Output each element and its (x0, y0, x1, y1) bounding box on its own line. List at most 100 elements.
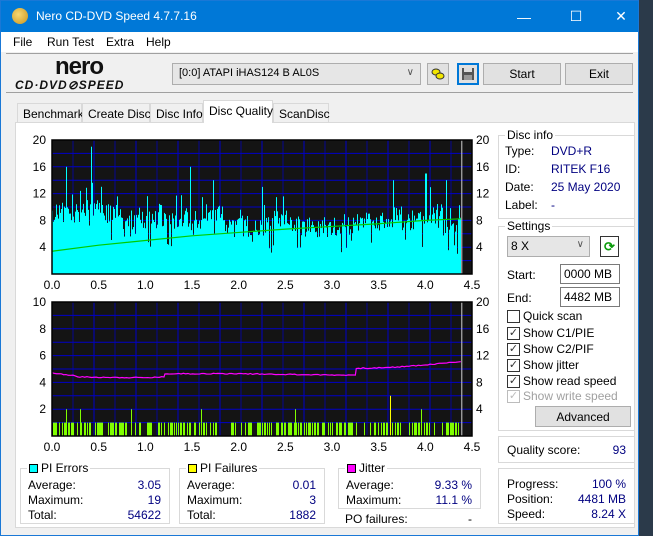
tab-disc-quality[interactable]: Disc Quality (203, 100, 273, 123)
pi-error-bar (170, 224, 171, 274)
menu-help[interactable]: Help (146, 35, 171, 49)
pi-failure-bar (450, 422, 451, 436)
pi-failure-bar (323, 422, 324, 436)
start-button[interactable]: Start (483, 63, 561, 85)
pi-error-bar (239, 218, 240, 274)
pi-error-bar (394, 207, 395, 274)
x-tick-label: 1.0 (137, 440, 154, 454)
pi-failure-bar (390, 395, 391, 436)
pi-error-bar (374, 225, 375, 274)
pi-failure-bar (332, 422, 333, 436)
pi-error-bar (194, 220, 195, 274)
tab-benchmark[interactable]: Benchmark (17, 103, 84, 123)
pi-error-bar (252, 241, 253, 274)
quality-score-label: Quality score: (507, 443, 581, 457)
pi-failure-bar (284, 422, 285, 436)
pi-error-bar (191, 230, 192, 274)
pi-failure-bar (257, 422, 258, 436)
pi-error-bar (412, 210, 413, 274)
pi-failure-bar (448, 422, 449, 436)
start-field[interactable]: 0000 MB (560, 264, 620, 284)
pi-error-bar (188, 226, 189, 274)
drive-info-button[interactable] (427, 63, 449, 85)
pi-error-bar (256, 229, 257, 274)
pi-error-bar (206, 204, 207, 274)
pi-failure-bar (258, 422, 259, 436)
pi-failure-bar (73, 422, 74, 436)
quality-score-value: 93 (612, 443, 626, 457)
pi-failure-bar (249, 422, 250, 436)
pi-failure-bar (310, 422, 311, 436)
pi-error-bar (223, 220, 224, 274)
pi-failure-bar (456, 422, 457, 436)
pi-error-bar (310, 231, 311, 274)
pi-error-bar (402, 230, 403, 274)
y-left-tick-label: 4 (39, 240, 46, 254)
pi-failure-bar (301, 422, 302, 436)
menu-extra[interactable]: Extra (106, 35, 134, 49)
pi-error-bar (399, 209, 400, 274)
pi-error-bar (220, 217, 221, 274)
pi-error-bar (362, 217, 363, 274)
pi-error-bar (404, 220, 405, 274)
pi-failure-bar (235, 422, 236, 436)
pi-error-bar (421, 219, 422, 274)
pi-error-bar (61, 208, 62, 274)
save-button[interactable] (457, 63, 479, 85)
pi-error-bar (293, 228, 294, 274)
pi-error-bar (437, 204, 438, 274)
pi-failure-bar (181, 422, 182, 436)
pi-failure-bar (282, 422, 283, 436)
tab-disc-info[interactable]: Disc Info (150, 103, 203, 123)
speed-select[interactable]: 8 X ∨ (507, 236, 590, 257)
close-button[interactable]: ✕ (598, 1, 644, 32)
pi-error-bar (115, 217, 116, 274)
pi-failure-bar (206, 422, 207, 436)
disc-date-label: Date: (505, 180, 534, 194)
pi-error-bar (277, 211, 278, 274)
pi-error-bar (144, 222, 145, 274)
quick-scan-checkbox[interactable]: Quick scan (507, 309, 582, 323)
pi-error-bar (311, 225, 312, 274)
y-right-tick-label: 4 (476, 402, 483, 416)
pi-error-bar (347, 225, 348, 274)
minimize-button[interactable]: — (501, 1, 547, 32)
pi-error-bar (208, 212, 209, 274)
pi-error-bar (235, 221, 236, 274)
pi-failure-bar (306, 422, 307, 436)
jitter-maximum: 11.1 % (435, 493, 472, 507)
pi-error-bar (189, 223, 190, 274)
pi-failure-bar (352, 422, 353, 436)
pi-error-bar (248, 236, 249, 274)
pi-error-bar (384, 228, 385, 274)
advanced-button[interactable]: Advanced (535, 406, 631, 427)
y-left-tick-label: 6 (39, 349, 46, 363)
tab-scandisc[interactable]: ScanDisc (273, 103, 330, 123)
end-field[interactable]: 4482 MB (560, 287, 620, 307)
pi-error-bar (407, 219, 408, 274)
tab-create-disc[interactable]: Create Disc (82, 103, 151, 123)
pi-failures-chart-svg: 0.0 0.5 1.0 1.5 2.0 2.5 3.0 3.5 4.0 4.5 10 8 6 4 2 20 16… (33, 295, 490, 454)
pi-error-bar (133, 227, 134, 274)
maximize-button[interactable]: ☐ (553, 1, 599, 32)
menu-file[interactable]: File (13, 35, 32, 49)
logo-subtext: CD·DVD⊘SPEED (15, 78, 125, 92)
pi-error-bar (353, 217, 354, 274)
pi-failure-bar (400, 422, 401, 436)
pi-error-bar (112, 219, 113, 274)
refresh-speed-button[interactable]: ⟳ (600, 236, 619, 257)
show-jitter-label: Show jitter (523, 358, 580, 372)
pi-error-bar (415, 221, 416, 274)
pi-error-bar (257, 230, 258, 274)
show-c1-checkbox[interactable]: ✓ Show C1/PIE (507, 326, 594, 340)
pi-failure-bar (285, 422, 286, 436)
drive-select[interactable]: [0:0] ATAPI iHAS124 B AL0S ∨ (172, 63, 421, 85)
menu-run-test[interactable]: Run Test (47, 35, 94, 49)
pi-error-bar (329, 222, 330, 274)
exit-button[interactable]: Exit (565, 63, 633, 85)
show-c2-checkbox[interactable]: ✓ Show C2/PIF (507, 342, 594, 356)
pi-error-bar (166, 218, 167, 274)
show-jitter-checkbox[interactable]: ✓ Show jitter (507, 358, 579, 372)
show-read-speed-checkbox[interactable]: ✓ Show read speed (507, 374, 616, 388)
pi-error-bar (424, 223, 425, 274)
